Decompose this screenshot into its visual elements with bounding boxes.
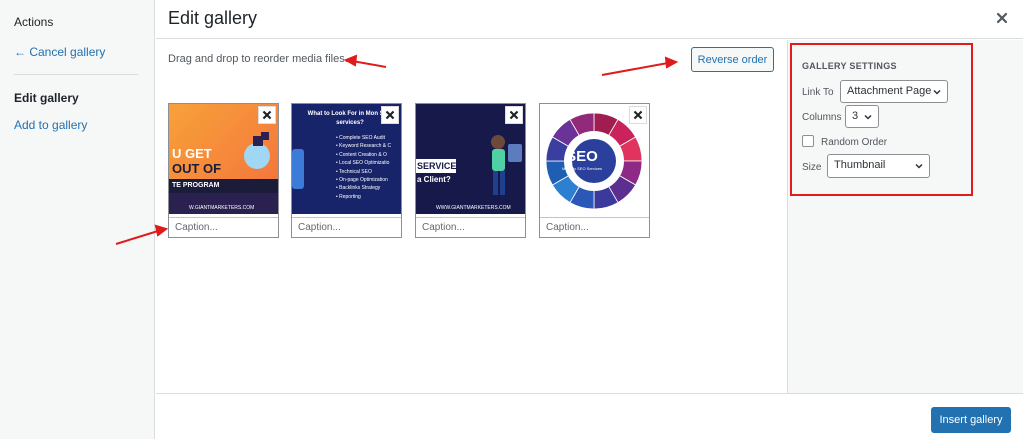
thumbnail-text: WWW.GIANTMARKETERS.COM [436, 205, 511, 211]
menu-divider [14, 74, 138, 75]
menu-item-edit-gallery[interactable]: Edit gallery [14, 91, 79, 105]
thumbnail-list-item: • Local SEO Optimizatio [336, 160, 390, 167]
thumbnail-list-item: • Technical SEO [336, 168, 372, 175]
thumbnail-list: • Complete SEO Audit • Keyword Research &… [336, 134, 391, 201]
close-icon[interactable] [994, 10, 1010, 26]
thumbnail-text: SEO [566, 148, 598, 165]
thumbnail-list-item: • Backlinks Strategy [336, 185, 381, 192]
gallery-thumbnail[interactable]: SERVICE a Client? WWW.GIANTMARKETERS.COM… [415, 103, 526, 238]
modal-title: Edit gallery [168, 8, 258, 28]
thumbnail-list-item: • Reporting [336, 193, 361, 200]
caption-field[interactable]: Caption... [169, 217, 278, 237]
remove-icon[interactable] [629, 106, 647, 124]
remove-icon[interactable] [381, 106, 399, 124]
thumbnail-list-item: • On-page Optimization [336, 177, 388, 184]
thumbnail-text: a Client? [417, 175, 451, 184]
thumbnail-text: OUT OF [172, 161, 222, 176]
thumbnail-text: U GET [172, 146, 212, 161]
gallery-thumbnail[interactable]: SEO Monthly SEO Services Caption... [539, 103, 650, 238]
caption-field[interactable]: Caption... [292, 217, 401, 237]
caption-field[interactable]: Caption... [416, 217, 525, 237]
reverse-order-button[interactable]: Reverse order [691, 47, 774, 72]
gallery-thumbnail[interactable]: U GET OUT OF TE PROGRAM W.GIANTMARKETERS… [168, 103, 279, 238]
modal-titlebar: Edit gallery [156, 0, 1023, 39]
thumbnail-text: SERVICE [417, 161, 457, 171]
thumbnail-text: TE PROGRAM [172, 182, 220, 189]
media-menu: Actions ← Cancel gallery Edit gallery Ad… [0, 0, 155, 439]
annotation-arrowhead [664, 56, 679, 69]
remove-icon[interactable] [505, 106, 523, 124]
annotation-arrow [601, 62, 669, 76]
gallery-thumbnail[interactable]: What to Look For in Mon SEO services? • … [291, 103, 402, 238]
menu-heading: Actions [14, 15, 54, 29]
thumbnail-text: Monthly SEO Services [561, 166, 602, 171]
thumbnail-list-item: • Keyword Research & C [336, 143, 392, 150]
annotation-arrowhead [154, 224, 169, 237]
caption-field[interactable]: Caption... [540, 217, 649, 237]
modal-footer: Insert gallery [156, 393, 1023, 439]
insert-gallery-button[interactable]: Insert gallery [931, 407, 1011, 433]
add-to-gallery-link[interactable]: Add to gallery [14, 118, 87, 132]
reorder-instructions: Drag and drop to reorder media files. [168, 53, 348, 65]
annotation-arrow [351, 60, 387, 68]
thumbnail-list-item: • Complete SEO Audit [336, 135, 385, 141]
remove-icon[interactable] [258, 106, 276, 124]
annotation-highlight-box [790, 43, 973, 196]
thumbnail-list-item: • Content Creation & O [336, 151, 387, 158]
cancel-gallery-link[interactable]: ← Cancel gallery [14, 45, 105, 59]
thumbnail-text: W.GIANTMARKETERS.COM [189, 205, 255, 211]
